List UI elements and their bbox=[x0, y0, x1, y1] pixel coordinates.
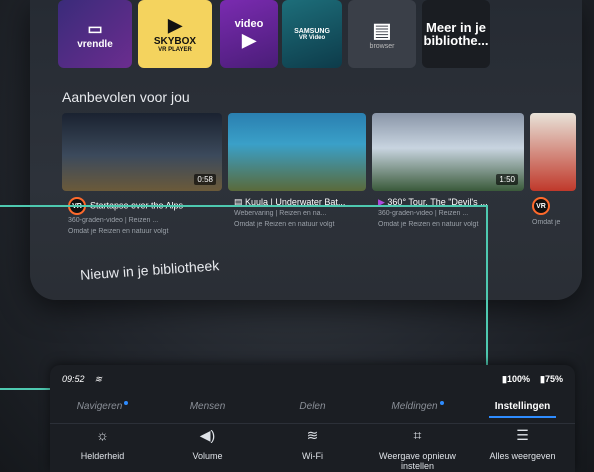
card-reason: Omdat je Reizen en natuur volgt bbox=[378, 221, 479, 228]
library-heading: Nieuw in je bibliotheek bbox=[79, 257, 220, 283]
settings-sliders-icon: ☰ bbox=[516, 427, 529, 443]
vr-home-panel: ▭ vrendle ▶ SKYBOX VR PLAYER video ▶ SAM… bbox=[30, 0, 582, 300]
card-info: VR Omdat je bbox=[530, 191, 576, 243]
card-info: VRStartapse over the Alps 360-graden-vid… bbox=[62, 191, 222, 243]
tab-label: Meldingen bbox=[391, 401, 438, 412]
app-label: SKYBOX bbox=[153, 36, 197, 47]
notification-dot bbox=[124, 401, 129, 405]
app-label: browser bbox=[369, 43, 395, 50]
quick-label: Weergave opnieuw instellen bbox=[379, 451, 456, 471]
wifi-button[interactable]: ≋ Wi-Fi bbox=[260, 424, 365, 471]
app-sublabel: VR Video bbox=[298, 34, 326, 41]
clock: 09:52 bbox=[62, 374, 85, 384]
tab-label: Navigeren bbox=[76, 401, 123, 412]
tab-meldingen[interactable]: Meldingen bbox=[365, 393, 470, 419]
tab-mensen[interactable]: Mensen bbox=[155, 393, 260, 419]
card-reason: Omdat je Reizen en natuur volgt bbox=[234, 221, 335, 228]
quick-settings-row: ☼ Helderheid ◀) Volume ≋ Wi-Fi ⌗ Weergav… bbox=[50, 423, 575, 471]
app-label: vrendle bbox=[77, 38, 113, 50]
quick-label: Alles weergeven bbox=[489, 451, 556, 461]
brightness-button[interactable]: ☼ Helderheid bbox=[50, 424, 155, 471]
tab-label: Delen bbox=[299, 401, 326, 412]
volume-button[interactable]: ◀) Volume bbox=[155, 424, 260, 471]
app-label: video bbox=[234, 17, 264, 30]
card-subtitle: 360-graden-video | Reizen ... bbox=[378, 210, 469, 217]
recommended-card[interactable]: 0:58 VRStartapse over the Alps 360-grade… bbox=[62, 113, 222, 253]
controller-battery: ▮100% bbox=[502, 373, 531, 384]
browser-icon: ▤ bbox=[372, 20, 392, 42]
card-subtitle: Webervaring | Reizen en na... bbox=[234, 210, 327, 217]
app-tile-samsung-vr-video[interactable]: SAMSUNG VR Video bbox=[282, 0, 342, 68]
recenter-button[interactable]: ⌗ Weergave opnieuw instellen bbox=[365, 424, 470, 471]
see-all-button[interactable]: ☰ Alles weergeven bbox=[470, 424, 575, 471]
vrendle-icon: ▭ bbox=[87, 20, 103, 38]
recommended-heading: Aanbevolen voor jou bbox=[62, 89, 190, 105]
app-tile-browser[interactable]: ▤ browser bbox=[348, 0, 416, 68]
app-tile-vrendle[interactable]: ▭ vrendle bbox=[58, 0, 132, 68]
quick-label: Wi-Fi bbox=[302, 451, 323, 461]
card-thumbnail: 0:58 bbox=[62, 113, 222, 191]
battery-value: 75% bbox=[544, 373, 563, 384]
card-thumbnail: 1:50 bbox=[372, 113, 524, 191]
volume-icon: ◀) bbox=[199, 427, 216, 443]
app-sublabel: VR PLAYER bbox=[158, 47, 192, 53]
annotation-line bbox=[0, 205, 488, 207]
app-tile-more-in-library[interactable]: Meer in je bibliothe... bbox=[422, 0, 490, 68]
play-icon: ▶ bbox=[168, 15, 182, 35]
app-tile-skybox[interactable]: ▶ SKYBOX VR PLAYER bbox=[138, 0, 212, 68]
recommended-card[interactable]: VR Omdat je bbox=[530, 113, 576, 253]
app-label: Meer in je bibliothe... bbox=[423, 20, 489, 48]
vr-badge-icon: VR bbox=[532, 197, 550, 215]
tab-instellingen[interactable]: Instellingen bbox=[470, 393, 575, 419]
video-play-icon: ▶ bbox=[242, 29, 256, 50]
card-subtitle: 360-graden-video | Reizen ... bbox=[68, 217, 159, 224]
card-duration: 0:58 bbox=[194, 174, 216, 185]
tab-navigeren[interactable]: Navigeren bbox=[50, 393, 155, 419]
universal-menu: 09:52 ≋ ▮100% ▮75% Navigeren Mensen Dele… bbox=[50, 365, 575, 472]
card-duration: 1:50 bbox=[496, 174, 518, 185]
card-reason: Omdat je Reizen en natuur volgt bbox=[68, 228, 169, 235]
annotation-line bbox=[486, 205, 488, 383]
tab-label: Mensen bbox=[189, 401, 226, 412]
card-thumbnail bbox=[530, 113, 576, 191]
app-tile-video[interactable]: video ▶ bbox=[220, 0, 278, 68]
status-bar: 09:52 ≋ ▮100% ▮75% bbox=[62, 371, 563, 387]
wifi-status-icon: ≋ bbox=[94, 373, 103, 384]
menu-tabs: Navigeren Mensen Delen Meldingen Instell… bbox=[50, 393, 575, 419]
card-info: ▶ 360° Tour, The "Devil's ... 360-graden… bbox=[372, 191, 524, 243]
card-thumbnail bbox=[228, 113, 366, 191]
recommended-card[interactable]: ▤ Kuula | Underwater Bat... Webervaring … bbox=[228, 113, 366, 253]
battery-value: 100% bbox=[507, 373, 531, 384]
card-info: ▤ Kuula | Underwater Bat... Webervaring … bbox=[228, 191, 366, 243]
notification-dot bbox=[439, 401, 444, 405]
brightness-icon: ☼ bbox=[96, 427, 109, 443]
quick-label: Volume bbox=[192, 451, 223, 461]
quick-label: Helderheid bbox=[80, 451, 125, 461]
recenter-icon: ⌗ bbox=[413, 427, 422, 443]
recommended-card[interactable]: 1:50 ▶ 360° Tour, The "Devil's ... 360-g… bbox=[372, 113, 524, 253]
headset-battery: ▮75% bbox=[540, 373, 563, 384]
wifi-icon: ≋ bbox=[306, 427, 319, 443]
tab-label: Instellingen bbox=[494, 401, 551, 412]
app-label: SAMSUNG bbox=[294, 27, 330, 35]
tab-delen[interactable]: Delen bbox=[260, 393, 365, 419]
card-reason: Omdat je bbox=[532, 219, 561, 226]
